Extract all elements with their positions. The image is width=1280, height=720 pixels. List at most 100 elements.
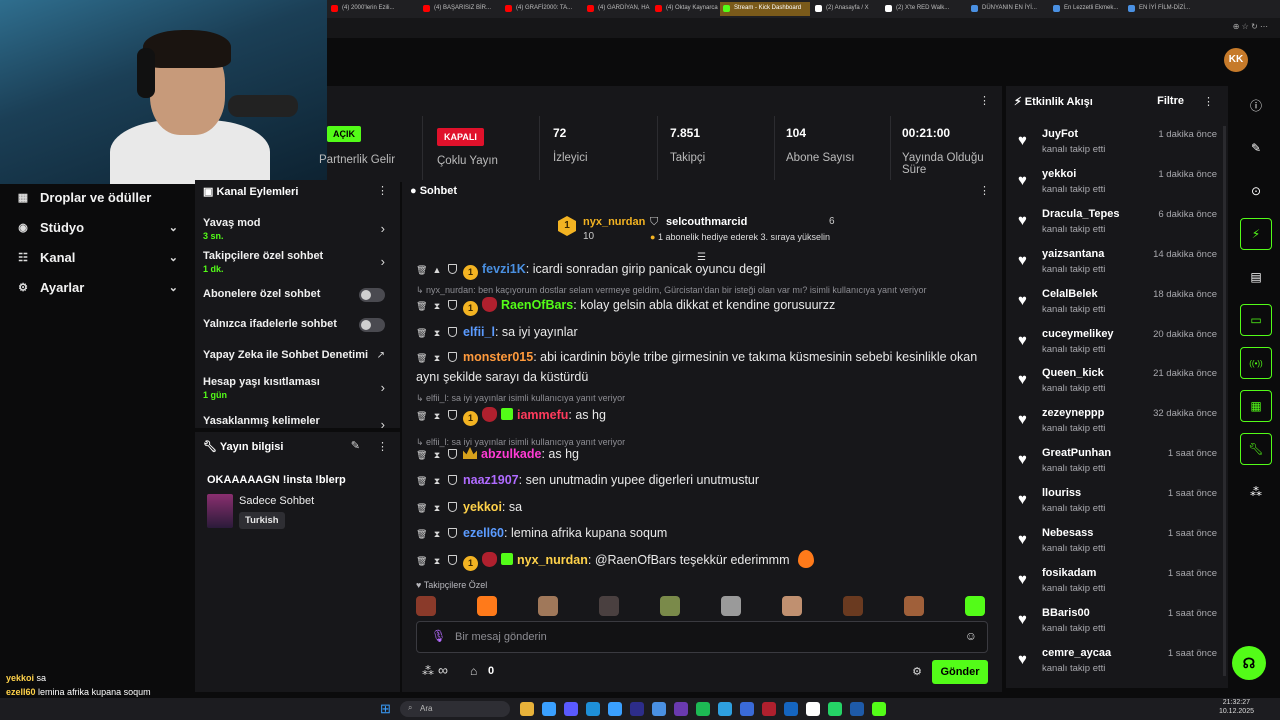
activity-username[interactable]: cuceymelikey [1042,328,1114,340]
nav-item-settings[interactable]: ⚙ Ayarlar ⌄ [0,274,194,300]
target-tool-button[interactable]: ⊙ [1240,175,1272,207]
layout-tool-button[interactable]: ▦ [1240,390,1272,422]
taskbar-app-icon[interactable] [762,702,776,716]
ban-shield-icon[interactable] [448,264,457,274]
delete-icon[interactable]: 🗑︎ [416,349,427,368]
ban-shield-icon[interactable] [448,449,457,459]
taskbar-search[interactable]: ⌕ Ara [400,701,510,717]
timeout-icon[interactable]: ⧗ [432,499,442,518]
toggle-switch[interactable] [359,318,385,332]
stats-menu-kebab[interactable]: ⋮ [979,94,990,107]
timeout-icon[interactable]: ⧗ [432,446,442,465]
browser-tab[interactable]: DÜNYANIN EN İYİ... [968,2,1048,16]
actions-kebab-icon[interactable]: ⋮ [377,184,388,197]
mic-icon[interactable]: 🎙︎ [431,629,446,643]
taskbar-app-icon[interactable] [520,702,534,716]
ban-shield-icon[interactable] [448,502,457,512]
points-icon[interactable]: ⁂ [422,664,434,678]
chat-username[interactable]: elfii_l [463,325,495,339]
leader-1-name[interactable]: nyx_nurdan [583,216,645,228]
ban-shield-icon[interactable] [448,410,457,420]
timeout-icon[interactable]: ⧗ [432,525,442,544]
delete-icon[interactable]: 🗑︎ [416,407,427,426]
ban-shield-icon[interactable] [448,300,457,310]
timeout-icon[interactable]: ⧗ [432,349,442,368]
taskbar-app-icon[interactable] [674,702,688,716]
chat-username[interactable]: RaenOfBars [501,298,573,312]
delete-icon[interactable]: 🗑︎ [416,261,427,280]
taskbar-app-icon[interactable] [850,702,864,716]
filter-button[interactable]: Filtre [1157,95,1184,107]
chat-username[interactable]: monster015 [463,350,533,364]
activity-kebab-icon[interactable]: ⋮ [1203,95,1214,108]
browser-tab[interactable]: EN İYİ FİLM-DİZİ... [1125,2,1190,16]
toggle-switch[interactable] [359,288,385,302]
nav-item-gift[interactable]: ▦ Droplar ve ödüller [0,184,194,210]
taskbar-app-icon[interactable] [630,702,644,716]
activity-username[interactable]: GreatPunhan [1042,447,1111,459]
broadcast-tool-button[interactable]: ((•)) [1240,347,1272,379]
nav-item-studio[interactable]: ◉ Stüdyo ⌄ [0,214,194,240]
emote-icon[interactable] [477,596,497,616]
action-item[interactable]: Yalnızca ifadelerle sohbet [203,318,393,332]
chat-input[interactable]: 🎙︎ Bir mesaj gönderin ☺ [416,621,988,653]
pencil-tool-button[interactable]: ✎ [1240,132,1272,164]
taskbar-app-icon[interactable] [828,702,842,716]
share-tool-button[interactable]: ⁂ [1240,476,1272,508]
taskbar-app-icon[interactable] [564,702,578,716]
ban-shield-icon[interactable] [448,528,457,538]
help-button[interactable]: ☊ [1232,646,1266,680]
action-item[interactable]: Yavaş mod 3 sn. › [203,217,393,241]
delete-icon[interactable]: 🗑︎ [416,446,427,465]
store-icon[interactable]: ⌂ [470,664,477,678]
browser-tab[interactable]: (4) 2000'lerin Ezili... [328,2,416,16]
chat-username[interactable]: ezell60 [463,526,504,540]
taskbar-app-icon[interactable] [784,702,798,716]
taskbar-app-icon[interactable] [608,702,622,716]
info-tool-button[interactable]: ⓘ [1240,89,1272,121]
send-button[interactable]: Gönder [932,660,988,684]
emote-icon[interactable] [599,596,619,616]
browser-tab[interactable]: (2) Anasayfa / X [812,2,880,16]
action-item[interactable]: Takipçilere özel sohbet 1 dk. › [203,250,393,274]
activity-username[interactable]: yaizsantana [1042,248,1104,260]
browser-tab[interactable]: (4) BAŞARISIZ BİR... [420,2,500,16]
taskbar-app-icon[interactable] [696,702,710,716]
ban-shield-icon[interactable] [448,555,457,565]
stream-info-kebab-icon[interactable]: ⋮ [377,440,388,453]
activity-username[interactable]: llouriss [1042,487,1081,499]
delete-icon[interactable]: 🗑︎ [416,552,427,571]
emoji-icon[interactable]: ☺ [965,629,977,643]
activity-username[interactable]: JuyFot [1042,128,1078,140]
timeout-icon[interactable]: ⧗ [432,552,442,571]
chat-username[interactable]: yekkoi [463,500,502,514]
activity-username[interactable]: fosikadam [1042,567,1096,579]
emote-icon[interactable] [782,596,802,616]
timeout-icon[interactable]: ⧗ [432,297,442,316]
activity-scrollbar[interactable] [1223,126,1226,676]
activity-username[interactable]: yekkoi [1042,168,1076,180]
windows-start-icon[interactable]: ⊞ [380,701,391,717]
emote-icon[interactable] [721,596,741,616]
emote-icon[interactable] [538,596,558,616]
action-item[interactable]: Yapay Zeka ile Sohbet Denetimi ↗ [203,349,393,361]
chat-username[interactable]: naaz1907 [463,473,519,487]
emote-icon[interactable] [965,596,985,616]
emote-icon[interactable] [904,596,924,616]
bolt-tool-button[interactable]: ⚡︎ [1240,218,1272,250]
emote-icon[interactable] [416,596,436,616]
ban-shield-icon[interactable] [448,475,457,485]
chat-username[interactable]: fevzi1K [482,262,526,276]
delete-icon[interactable]: 🗑︎ [416,499,427,518]
nav-item-channel[interactable]: ☷ Kanal ⌄ [0,244,194,270]
emote-icon[interactable] [843,596,863,616]
ban-shield-icon[interactable] [448,327,457,337]
leader-2-name[interactable]: selcouthmarcid [666,216,747,228]
browser-toolbar-icons[interactable]: ⊕ ☆ ↻ ⋯ [1233,22,1268,31]
action-item[interactable]: Abonelere özel sohbet [203,288,393,302]
taskbar-app-icon[interactable] [806,702,820,716]
document-tool-button[interactable]: ▤ [1240,261,1272,293]
action-item[interactable]: Hesap yaşı kısıtlaması 1 gün › [203,376,393,400]
wrench-tool-button[interactable]: 🔧︎ [1240,433,1272,465]
activity-username[interactable]: Queen_kick [1042,367,1104,379]
